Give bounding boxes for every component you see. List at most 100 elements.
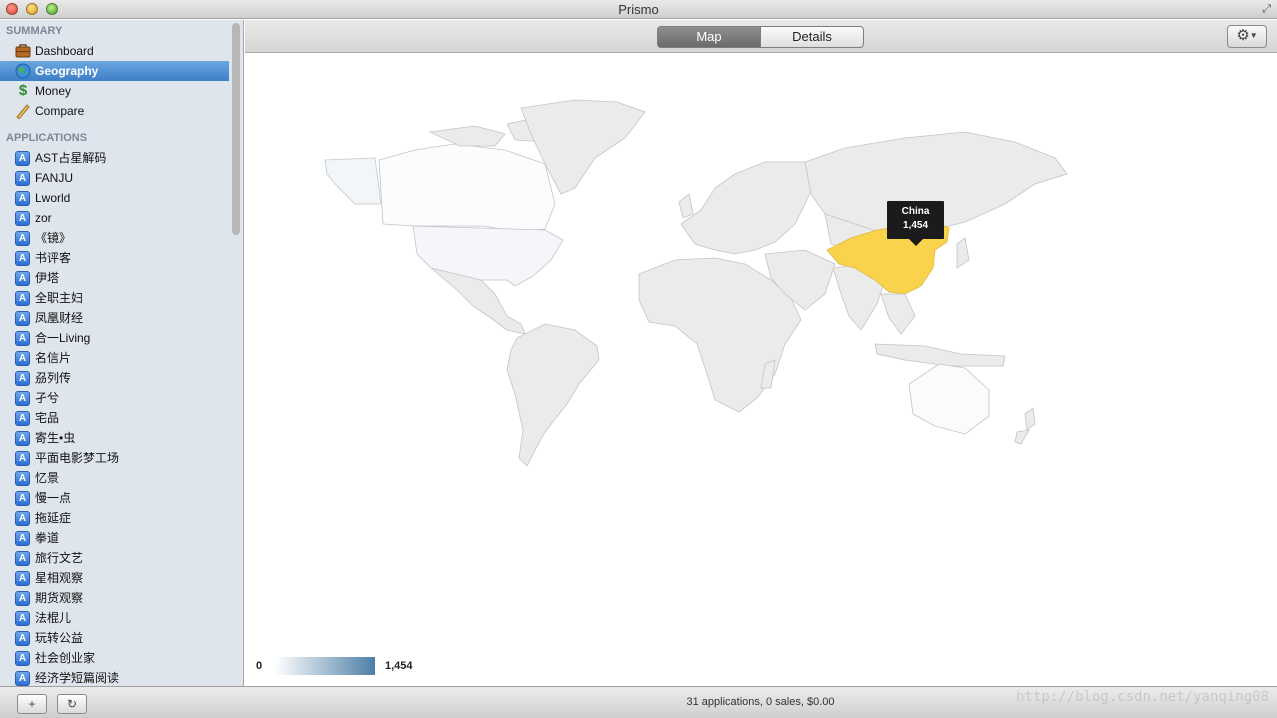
sidebar-item-label: Lworld	[35, 191, 71, 205]
sidebar-item-label: 宅品	[35, 411, 60, 425]
sidebar-item-app[interactable]: A 慢一点	[0, 488, 229, 508]
sidebar-item-dashboard[interactable]: Dashboard	[0, 41, 229, 61]
sidebar-item-app[interactable]: A 《镜》	[0, 228, 229, 248]
sidebar-item-app[interactable]: A 名信片	[0, 348, 229, 368]
globe-icon	[15, 63, 31, 79]
map-region-southeast-asia	[880, 293, 916, 335]
sidebar-item-label: Money	[35, 84, 72, 98]
sidebar: SUMMARY Dashboard Geography $ Money Comp…	[0, 20, 244, 686]
app-store-icon: A	[15, 591, 30, 606]
sidebar-item-app[interactable]: A 宅品	[0, 408, 229, 428]
sidebar-item-label: 拖延症	[35, 511, 72, 525]
sidebar-item-label: 凤凰财经	[35, 311, 84, 325]
sidebar-item-money[interactable]: $ Money	[0, 81, 229, 101]
app-store-icon: A	[15, 431, 30, 446]
briefcase-icon	[15, 44, 31, 58]
settings-menu-button[interactable]: ⚙▼	[1227, 25, 1267, 48]
sidebar-item-app[interactable]: A 忆景	[0, 468, 229, 488]
sidebar-item-app[interactable]: A 凤凰财经	[0, 308, 229, 328]
sidebar-item-app[interactable]: A AST占星解码	[0, 148, 229, 168]
refresh-icon: ↻	[66, 697, 78, 711]
app-store-icon: A	[15, 511, 30, 526]
sidebar-item-label: 星相观察	[35, 571, 84, 585]
status-bar: + ↻ 31 applications, 0 sales, $0.00 http…	[0, 686, 1277, 718]
sidebar-item-app[interactable]: A 星相观察	[0, 568, 229, 588]
sidebar-item-app[interactable]: Azor	[0, 208, 229, 228]
map-country-usa	[412, 225, 564, 287]
sidebar-item-app[interactable]: A Lworld	[0, 188, 229, 208]
map-continent-europe	[680, 161, 816, 255]
sidebar-item-app[interactable]: A 平面电影梦工场	[0, 448, 229, 468]
sidebar-item-app[interactable]: A 全职主妇	[0, 288, 229, 308]
sidebar-item-app[interactable]: A 社会创业家	[0, 648, 229, 668]
sidebar-item-label: Compare	[35, 104, 85, 118]
add-button[interactable]: +	[17, 694, 47, 714]
tab-details[interactable]: Details	[760, 26, 864, 48]
sidebar-item-app[interactable]: A 经济学短篇阅读	[0, 668, 229, 686]
map-country-uk	[678, 193, 694, 219]
sidebar-item-label: 旅行文艺	[35, 551, 84, 565]
sidebar-item-compare[interactable]: Compare	[0, 101, 229, 121]
sidebar-item-label: 社会创业家	[35, 651, 96, 665]
sidebar-item-app[interactable]: A 期货观察	[0, 588, 229, 608]
sidebar-scrollbar[interactable]	[232, 23, 240, 235]
map-country-new-zealand	[1024, 407, 1036, 431]
app-store-icon: A	[15, 471, 30, 486]
legend-max-label: 1,454	[385, 660, 413, 672]
sidebar-item-label: 合一Living	[35, 331, 91, 345]
map-country-canada	[378, 143, 556, 233]
watermark: http://blog.csdn.net/yanqing08	[1016, 689, 1269, 705]
refresh-button[interactable]: ↻	[57, 694, 87, 714]
world-map-panel: China 1,454 0 1,454	[245, 54, 1277, 686]
gear-icon: ⚙	[1236, 27, 1250, 44]
app-store-icon: A	[15, 411, 30, 426]
sidebar-item-app[interactable]: A 合一Living	[0, 328, 229, 348]
sidebar-item-app[interactable]: A 拖延症	[0, 508, 229, 528]
sidebar-item-app[interactable]: A 旅行文艺	[0, 548, 229, 568]
sidebar-item-app[interactable]: A 孑兮	[0, 388, 229, 408]
chevron-down-icon: ▼	[1249, 31, 1258, 40]
sidebar-item-app[interactable]: A 寄生•虫	[0, 428, 229, 448]
sidebar-item-label: 期货观察	[35, 591, 84, 605]
sidebar-item-app[interactable]: A FANJU	[0, 168, 229, 188]
app-store-icon: A	[15, 231, 30, 246]
legend-min-label: 0	[256, 660, 263, 672]
sidebar-item-app[interactable]: A 书评客	[0, 248, 229, 268]
add-icon: +	[28, 697, 36, 711]
sidebar-item-app[interactable]: A 伊塔	[0, 268, 229, 288]
sidebar-item-label: AST占星解码	[35, 151, 107, 165]
sidebar-item-label: 平面电影梦工场	[35, 451, 120, 465]
sidebar-item-geography[interactable]: Geography	[0, 61, 229, 81]
app-store-icon: A	[15, 251, 30, 266]
sidebar-item-label: 法棍儿	[35, 611, 72, 625]
app-store-icon: A	[15, 351, 30, 366]
map-country-alaska	[324, 157, 382, 205]
sidebar-item-app[interactable]: A 法棍儿	[0, 608, 229, 628]
app-store-icon: A	[15, 451, 30, 466]
sidebar-item-label: 经济学短篇阅读	[35, 671, 120, 685]
tab-map[interactable]: Map	[657, 26, 761, 48]
sidebar-item-app[interactable]: A 拳道	[0, 528, 229, 548]
app-store-icon: A	[15, 151, 30, 166]
sidebar-item-label: Dashboard	[35, 44, 94, 58]
fullscreen-icon[interactable]: ⤢	[1262, 3, 1271, 16]
sidebar-item-app[interactable]: A 玩转公益	[0, 628, 229, 648]
sidebar-item-label: FANJU	[35, 171, 74, 185]
dollar-icon: $	[18, 82, 28, 99]
sidebar-item-label: 《镜》	[35, 231, 72, 245]
sidebar-item-label: 书评客	[35, 251, 72, 265]
map-continent-south-america	[506, 323, 600, 467]
app-store-icon: A	[15, 611, 30, 626]
tooltip-value: 1,454	[902, 220, 929, 231]
app-store-icon: A	[15, 211, 30, 226]
sidebar-item-label: zor	[35, 211, 52, 225]
sidebar-item-label: 孑兮	[35, 391, 60, 405]
applications-header: APPLICATIONS	[6, 132, 88, 144]
legend-gradient	[275, 657, 375, 675]
summary-header: SUMMARY	[6, 25, 63, 37]
sidebar-item-label: 伊塔	[35, 271, 60, 285]
sidebar-item-label: 寄生•虫	[35, 431, 76, 445]
sidebar-item-label: 忆景	[35, 471, 60, 485]
sidebar-item-app[interactable]: A 刕列传	[0, 368, 229, 388]
map-region-indonesia	[874, 343, 1006, 367]
